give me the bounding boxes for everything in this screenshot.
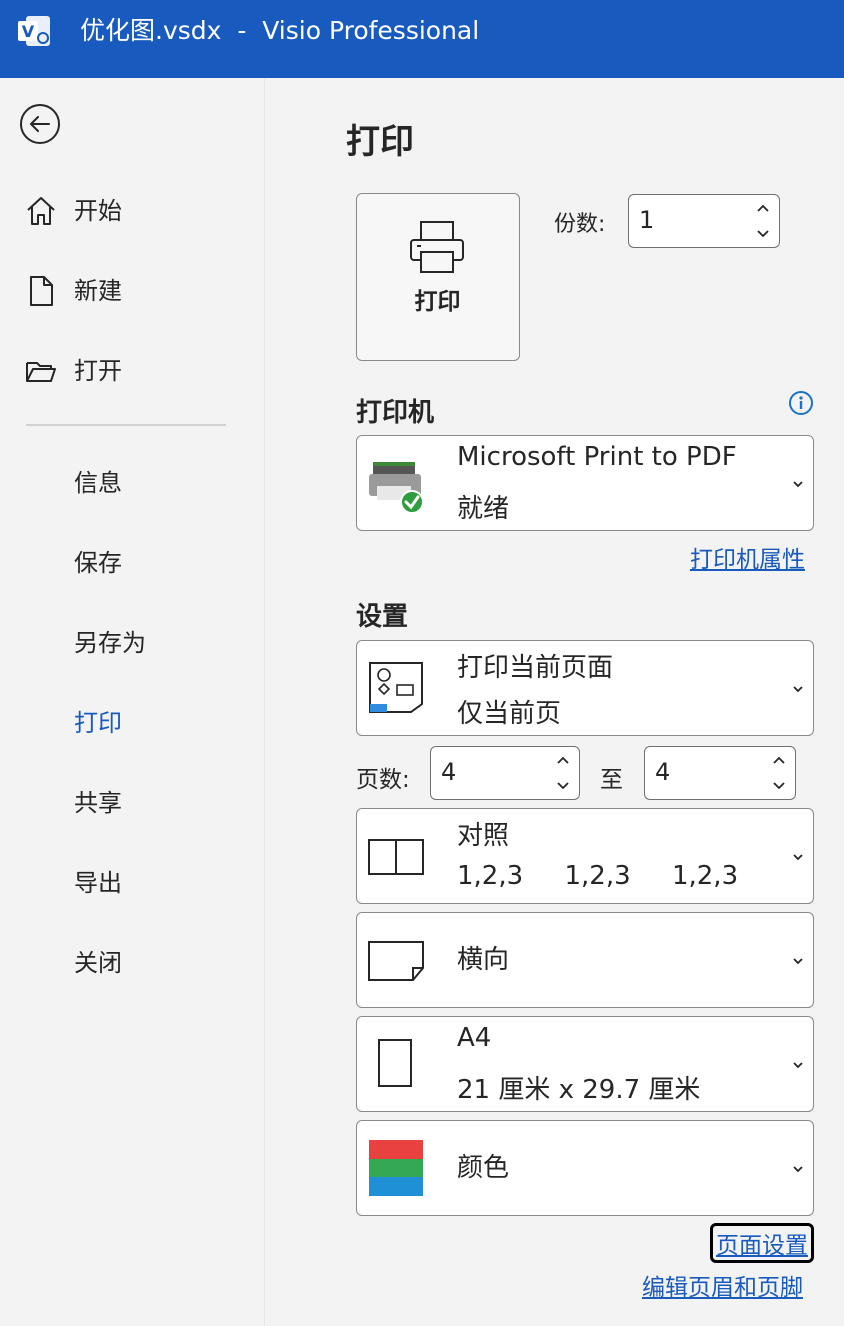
chevron-up-icon[interactable] <box>771 753 787 769</box>
sidebar-item-save[interactable]: 保存 <box>0 534 265 590</box>
color-title: 颜色 <box>457 1153 510 1183</box>
chevron-up-icon[interactable] <box>555 753 571 769</box>
copies-value: 1 <box>639 206 655 234</box>
sidebar-item-label: 另存为 <box>74 629 146 657</box>
print-button-label: 打印 <box>414 289 461 315</box>
print-range-subtitle: 仅当前页 <box>457 699 562 729</box>
collation-subtitle: 1,2,3 1,2,3 1,2,3 <box>457 861 739 891</box>
settings-heading: 设置 <box>356 602 409 632</box>
printer-status: 就绪 <box>457 494 510 524</box>
collation-dropdown[interactable]: 对照 1,2,3 1,2,3 1,2,3 <box>356 808 814 904</box>
paper-size-title: A4 <box>457 1023 492 1053</box>
print-button[interactable]: 打印 <box>356 193 520 361</box>
sidebar-divider <box>26 424 226 426</box>
portrait-page-icon <box>378 1039 412 1087</box>
sidebar-item-label: 打印 <box>74 709 122 737</box>
pages-from-stepper[interactable]: 4 <box>430 746 580 800</box>
sidebar-item-export[interactable]: 导出 <box>0 854 265 910</box>
backstage-sidebar: 开始 新建 打开 信息 保存 另存为 打印 共享 导出 关闭 <box>0 78 265 1326</box>
chevron-down-icon <box>793 958 803 965</box>
info-icon[interactable] <box>788 390 814 416</box>
pages-label: 页数: <box>356 767 410 793</box>
open-folder-icon <box>26 362 56 382</box>
pages-to-stepper[interactable]: 4 <box>644 746 796 800</box>
sidebar-item-print[interactable]: 打印 <box>0 694 265 750</box>
new-document-icon <box>30 276 53 306</box>
back-arrow-icon[interactable] <box>18 102 62 146</box>
edit-header-footer-link[interactable]: 编辑页眉和页脚 <box>642 1268 803 1302</box>
chevron-down-icon[interactable] <box>755 225 771 241</box>
pages-to-value: 4 <box>655 758 671 786</box>
chevron-down-icon <box>793 854 803 861</box>
chevron-down-icon <box>793 1166 803 1173</box>
current-page-icon <box>369 662 423 713</box>
sidebar-item-close[interactable]: 关闭 <box>0 934 265 990</box>
sidebar-item-label: 新建 <box>74 277 122 305</box>
paper-size-dropdown[interactable]: A4 21 厘米 x 29.7 厘米 <box>356 1016 814 1112</box>
title-bar: V 优化图.vsdx - Visio Professional <box>0 0 844 78</box>
chevron-down-icon[interactable] <box>771 777 787 793</box>
sidebar-item-open[interactable]: 打开 <box>0 342 265 398</box>
orientation-title: 横向 <box>457 945 510 975</box>
landscape-icon <box>368 941 424 981</box>
color-dropdown[interactable]: 颜色 <box>356 1120 814 1216</box>
printer-dropdown[interactable]: Microsoft Print to PDF 就绪 <box>356 435 814 531</box>
to-label: 至 <box>600 767 623 793</box>
window-title: 优化图.vsdx - Visio Professional <box>80 16 480 45</box>
chevron-down-icon <box>793 686 803 693</box>
collated-icon <box>368 839 424 875</box>
printer-name: Microsoft Print to PDF <box>457 442 737 472</box>
pages-from-value: 4 <box>441 758 457 786</box>
sidebar-item-info[interactable]: 信息 <box>0 454 265 510</box>
sidebar-item-label: 信息 <box>74 469 122 497</box>
sidebar-item-label: 关闭 <box>74 949 122 977</box>
sidebar-item-share[interactable]: 共享 <box>0 774 265 830</box>
visio-logo-icon: V <box>18 16 50 46</box>
printer-icon <box>410 221 464 273</box>
sidebar-item-label: 导出 <box>74 869 122 897</box>
svg-text:V: V <box>22 22 35 41</box>
sidebar-item-label: 共享 <box>74 789 122 817</box>
copies-label: 份数: <box>554 212 606 237</box>
sidebar-item-new[interactable]: 新建 <box>0 262 265 318</box>
collation-title: 对照 <box>457 821 510 851</box>
chevron-down-icon <box>793 481 803 488</box>
sidebar-item-label: 打开 <box>74 357 122 385</box>
page-title: 打印 <box>346 122 414 162</box>
printer-heading: 打印机 <box>356 398 435 428</box>
print-range-title: 打印当前页面 <box>457 653 614 683</box>
chevron-down-icon[interactable] <box>555 777 571 793</box>
home-icon <box>27 197 55 225</box>
page-setup-link[interactable]: 页面设置 <box>710 1223 814 1263</box>
chevron-down-icon <box>793 1062 803 1069</box>
chevron-up-icon[interactable] <box>755 201 771 217</box>
orientation-dropdown[interactable]: 横向 <box>356 912 814 1008</box>
printer-ready-icon <box>369 462 424 514</box>
sidebar-item-label: 开始 <box>74 197 122 225</box>
sidebar-item-save-as[interactable]: 另存为 <box>0 614 265 670</box>
sidebar-item-label: 保存 <box>74 549 122 577</box>
print-range-dropdown[interactable]: 打印当前页面 仅当前页 <box>356 640 814 736</box>
printer-properties-link[interactable]: 打印机属性 <box>690 540 805 574</box>
color-swatch-icon <box>369 1140 423 1196</box>
copies-stepper[interactable]: 1 <box>628 194 780 248</box>
sidebar-item-home[interactable]: 开始 <box>0 182 265 238</box>
paper-size-subtitle: 21 厘米 x 29.7 厘米 <box>457 1075 701 1105</box>
print-pane: 打印 打印 份数: 1 打印机 Microsoft Print to PDF 就 <box>266 78 844 1326</box>
